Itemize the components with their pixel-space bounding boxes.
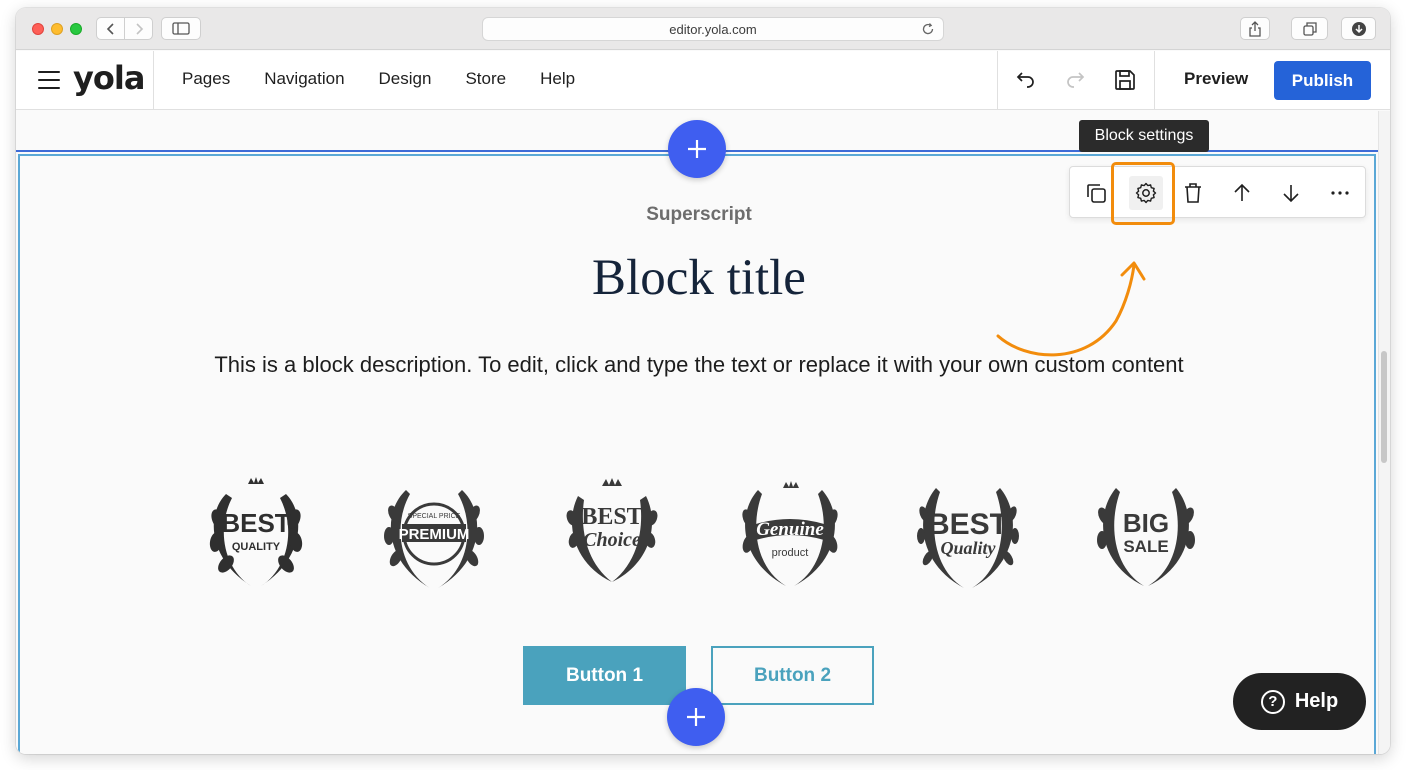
hamburger-menu-icon[interactable]	[38, 71, 60, 89]
scrollbar-thumb[interactable]	[1381, 351, 1387, 463]
badge-line1: BEST	[581, 504, 642, 530]
divider	[997, 51, 998, 110]
plus-icon	[688, 140, 706, 158]
editor-header: yola Pages Navigation Design Store Help …	[16, 51, 1390, 110]
block-title[interactable]: Block title	[20, 249, 1378, 307]
yola-logo: yola	[73, 59, 145, 97]
badge-line1: Genuine	[756, 519, 824, 540]
forward-button[interactable]	[124, 17, 153, 40]
block-settings-tooltip: Block settings	[1079, 120, 1209, 152]
add-block-above-button[interactable]	[668, 120, 726, 178]
url-text: editor.yola.com	[669, 22, 757, 37]
download-icon	[1351, 21, 1366, 36]
share-button[interactable]	[1240, 17, 1270, 40]
browser-toolbar: editor.yola.com	[16, 8, 1390, 50]
badge-line2: Quality	[940, 538, 996, 558]
tabs-icon	[1302, 21, 1317, 36]
badge-line1: PREMIUM	[399, 526, 470, 543]
maximize-window-button[interactable]	[70, 23, 82, 35]
badge-line2: QUALITY	[232, 541, 281, 553]
address-bar[interactable]: editor.yola.com	[482, 17, 944, 41]
badge-genuine-product[interactable]: Genuine product	[730, 474, 850, 594]
badge-line2: Choice	[583, 529, 641, 551]
close-window-button[interactable]	[32, 23, 44, 35]
sidebar-icon	[172, 22, 190, 35]
help-widget-button[interactable]: ? Help	[1233, 673, 1366, 730]
badge-line1: BIG	[1123, 508, 1169, 538]
badge-line2: SALE	[1123, 537, 1168, 556]
copy-icon[interactable]	[1082, 179, 1110, 207]
undo-icon[interactable]	[1013, 67, 1039, 93]
badge-premium[interactable]: PREMIUM SPECIAL PRICE	[374, 474, 494, 594]
save-icon[interactable]	[1112, 67, 1138, 93]
question-icon: ?	[1260, 689, 1285, 714]
tabs-overview-button[interactable]	[1291, 17, 1328, 40]
badge-row: BEST QUALITY PREMIUM SPECIAL PRICE BEST …	[190, 474, 1220, 594]
menu-item-store[interactable]: Store	[465, 69, 506, 89]
arrow-up-icon[interactable]	[1228, 179, 1256, 207]
main-menu: Pages Navigation Design Store Help	[182, 69, 609, 89]
menu-item-design[interactable]: Design	[379, 69, 432, 89]
browser-window: editor.yola.com yola Pages Navigation De…	[16, 8, 1390, 754]
share-icon	[1249, 20, 1261, 37]
button-1[interactable]: Button 1	[523, 646, 686, 705]
badge-big-sale[interactable]: BIG SALE	[1086, 474, 1206, 594]
reload-icon[interactable]	[921, 22, 935, 41]
publish-button[interactable]: Publish	[1274, 61, 1371, 100]
editor-canvas: Superscript Block title This is a block …	[16, 111, 1390, 754]
badge-line2: SPECIAL PRICE	[408, 513, 461, 520]
help-label: Help	[1294, 690, 1339, 712]
preview-button[interactable]: Preview	[1184, 69, 1248, 89]
badge-best-quality-script[interactable]: BEST Quality	[908, 474, 1028, 594]
trash-icon[interactable]	[1179, 179, 1207, 207]
content-block[interactable]: Superscript Block title This is a block …	[18, 154, 1376, 754]
button-2[interactable]: Button 2	[711, 646, 874, 705]
badge-line1: BEST	[928, 508, 1008, 541]
back-button[interactable]	[96, 17, 125, 40]
divider	[153, 51, 154, 110]
sidebar-toggle-button[interactable]	[161, 17, 201, 40]
badge-line1: BEST	[221, 508, 290, 538]
badge-line2: product	[772, 547, 809, 559]
divider	[1154, 51, 1155, 110]
annotation-arrow	[996, 261, 1146, 357]
badge-best-choice[interactable]: BEST Choice	[552, 474, 672, 594]
menu-item-help[interactable]: Help	[540, 69, 575, 89]
scrollbar[interactable]	[1378, 111, 1390, 754]
downloads-button[interactable]	[1341, 17, 1376, 40]
arrow-down-icon[interactable]	[1277, 179, 1305, 207]
badge-best-quality[interactable]: BEST QUALITY	[196, 474, 316, 594]
menu-item-navigation[interactable]: Navigation	[264, 69, 344, 89]
plus-icon	[687, 708, 705, 726]
menu-item-pages[interactable]: Pages	[182, 69, 230, 89]
more-icon[interactable]	[1326, 179, 1354, 207]
chevron-right-icon	[135, 22, 143, 35]
add-block-below-button[interactable]	[667, 688, 725, 746]
chevron-left-icon	[106, 22, 114, 35]
gear-highlight-box	[1111, 162, 1175, 225]
redo-icon[interactable]	[1062, 67, 1088, 93]
minimize-window-button[interactable]	[51, 23, 63, 35]
